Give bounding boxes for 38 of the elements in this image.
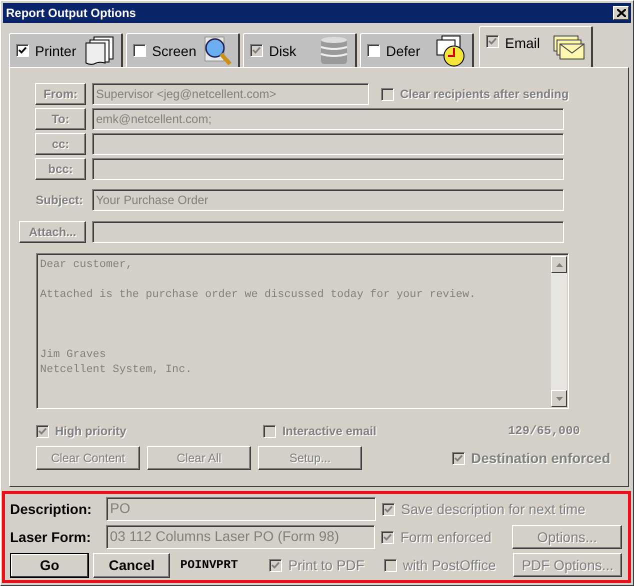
- tab[interactable]: Defer: [360, 33, 474, 67]
- up-arrow-icon: [556, 262, 562, 266]
- tab[interactable]: Screen: [126, 33, 240, 67]
- description-label: Description:: [10, 501, 93, 517]
- program-name: POINVPRT: [179, 558, 239, 572]
- checkbox[interactable]: [367, 44, 380, 57]
- subject-label: Subject:: [36, 193, 84, 207]
- window-title: Report Output Options: [6, 6, 136, 20]
- tab[interactable]: Printer: [9, 33, 123, 67]
- tab-label: Defer: [386, 42, 422, 58]
- laser-form-label: Laser Form:: [10, 529, 92, 545]
- checkbox[interactable]: [133, 44, 146, 57]
- input-field[interactable]: 03 112 Columns Laser PO (Form 98): [106, 525, 376, 549]
- tab-label: Printer: [35, 42, 78, 58]
- checkbox-label: Destination enforced: [471, 450, 610, 466]
- close-icon: [616, 9, 626, 17]
- cancel-button[interactable]: Cancel: [93, 552, 170, 578]
- character-counter: 129/65,000: [508, 424, 580, 438]
- go-button[interactable]: Go: [10, 552, 90, 578]
- checkbox-label: with PostOffice: [402, 557, 496, 573]
- close-button[interactable]: [613, 6, 629, 20]
- tab-label: Screen: [152, 42, 196, 58]
- checkbox-label: Clear recipients after sending: [400, 87, 569, 101]
- checkbox-label: Interactive email: [282, 424, 376, 438]
- database-icon: [319, 36, 349, 66]
- checkbox[interactable]: [16, 44, 29, 57]
- envelope-icon: [553, 35, 585, 61]
- tab-label: Email: [505, 35, 542, 51]
- checkbox-label: Print to PDF: [288, 557, 364, 573]
- down-arrow-icon: [556, 396, 562, 400]
- checkbox-label: Form enforced: [400, 529, 492, 545]
- tab-label: Disk: [269, 42, 298, 58]
- magnifier-icon: [202, 36, 232, 66]
- message-text: Dear customer, Attached is the purchase order we discussed today for your review. Jim Graves Netcellent System, Inc.: [39, 258, 477, 378]
- checkbox-label: High priority: [55, 424, 126, 438]
- checkbox-label: Save description for next time: [401, 501, 586, 517]
- pages-icon: [85, 36, 115, 66]
- input-field[interactable]: PO: [106, 497, 376, 521]
